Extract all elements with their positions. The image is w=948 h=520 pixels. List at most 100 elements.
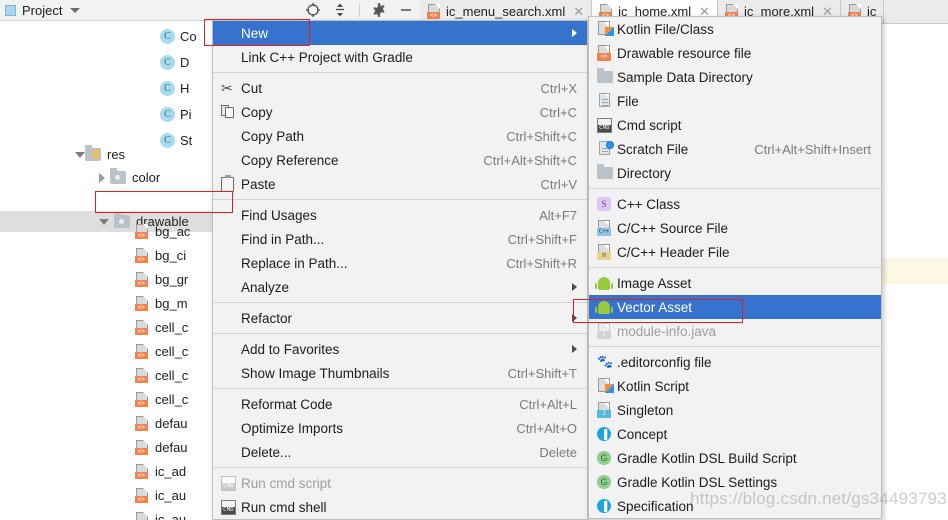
xml-file-icon: <> — [135, 368, 149, 383]
context-menu[interactable]: New Link C++ Project with Gradle ✂ Cut C… — [212, 20, 588, 520]
submenu-separator — [589, 188, 881, 189]
project-title-box[interactable]: Project — [0, 2, 81, 18]
menu-item-label: Find in Path... — [241, 231, 325, 247]
menu-item-paste[interactable]: Paste Ctrl+V — [213, 172, 587, 196]
menu-item-copy-path[interactable]: Copy Path Ctrl+Shift+C — [213, 124, 587, 148]
menu-item-add-to-favorites[interactable]: Add to Favorites — [213, 337, 587, 361]
chevron-right-icon — [572, 29, 577, 37]
submenu-item-label: .editorconfig file — [617, 354, 712, 370]
locate-icon[interactable] — [305, 2, 321, 18]
submenu-item-singleton[interactable]: J Singleton — [589, 398, 881, 422]
menu-item-accel: Alt+F7 — [539, 207, 577, 223]
tree-item-label: bg_m — [155, 296, 188, 311]
close-icon[interactable]: ✕ — [573, 4, 584, 20]
submenu-separator — [589, 267, 881, 268]
submenu-item-module-info-java: J module-info.java — [589, 319, 881, 343]
xml-file-icon: <> — [135, 392, 149, 407]
menu-item-copy-reference[interactable]: Copy Reference Ctrl+Alt+Shift+C — [213, 148, 587, 172]
menu-item-label: Add to Favorites — [241, 341, 340, 357]
submenu-item-label: C/C++ Header File — [617, 244, 730, 260]
project-icon — [5, 4, 16, 16]
menu-item-link-cpp-project[interactable]: Link C++ Project with Gradle — [213, 45, 587, 69]
menu-item-copy[interactable]: Copy Ctrl+C — [213, 100, 587, 124]
chevron-down-icon[interactable] — [75, 151, 85, 158]
xml-file-icon: <> — [135, 440, 149, 455]
menu-item-analyze[interactable]: Analyze — [213, 275, 587, 299]
menu-item-accel: Ctrl+Alt+Shift+C — [483, 152, 577, 168]
submenu-item-label: Sample Data Directory — [617, 69, 753, 85]
submenu-item-gradle-kotlin-dsl-build-script[interactable]: G Gradle Kotlin DSL Build Script — [589, 446, 881, 470]
chevron-down-icon[interactable] — [70, 7, 81, 13]
submenu-item-image-asset[interactable]: Image Asset — [589, 271, 881, 295]
xml-file-icon: <> — [135, 488, 149, 503]
tree-item-label: defau — [155, 416, 188, 431]
tree-item-label: bg_ci — [155, 248, 187, 263]
tree-item-label: ic_ad — [155, 464, 187, 479]
menu-item-optimize-imports[interactable]: Optimize Imports Ctrl+Alt+O — [213, 416, 587, 440]
menu-separator — [213, 72, 587, 73]
menu-separator — [213, 333, 587, 334]
menu-item-cut[interactable]: ✂ Cut Ctrl+X — [213, 76, 587, 100]
class-icon: C — [160, 107, 175, 122]
toolwindow-actions[interactable] — [305, 2, 420, 18]
menu-item-run-cmd-shell[interactable]: CMD Run cmd shell — [213, 495, 587, 519]
tree-item-label: cell_c — [155, 392, 189, 407]
menu-item-show-image-thumbnails[interactable]: Show Image Thumbnails Ctrl+Shift+T — [213, 361, 587, 385]
submenu-item-label: Image Asset — [617, 275, 692, 291]
menu-item-label: New — [241, 25, 269, 41]
menu-item-refactor[interactable]: Refactor — [213, 306, 587, 330]
collapse-all-icon[interactable] — [332, 2, 348, 18]
settings-gear-icon[interactable] — [371, 2, 387, 18]
submenu-item-sample-data-directory[interactable]: Sample Data Directory — [589, 65, 881, 89]
menu-item-delete[interactable]: Delete... Delete — [213, 440, 587, 464]
menu-item-accel: Delete — [539, 444, 577, 460]
chevron-right-icon[interactable] — [99, 172, 105, 183]
submenu-item-scratch-file[interactable]: Scratch File Ctrl+Alt+Shift+Insert — [589, 137, 881, 161]
menu-item-run-cmd-script: CMD Run cmd script — [213, 471, 587, 495]
menu-item-label: Copy — [241, 104, 273, 120]
submenu-item-drawable-resource-file[interactable]: <> Drawable resource file — [589, 41, 881, 65]
file-icon — [597, 93, 617, 109]
menu-item-reformat-code[interactable]: Reformat Code Ctrl+Alt+L — [213, 392, 587, 416]
submenu-item-concept[interactable]: ▐ Concept — [589, 422, 881, 446]
submenu-item-directory[interactable]: Directory — [589, 161, 881, 185]
submenu-item-vector-asset[interactable]: Vector Asset — [589, 295, 881, 319]
tree-item-label: Pi — [180, 107, 192, 122]
menu-item-find-usages[interactable]: Find Usages Alt+F7 — [213, 203, 587, 227]
tree-item-label: ic_au — [155, 488, 187, 503]
menu-item-label: Replace in Path... — [241, 255, 348, 271]
xml-file-icon: <> — [135, 248, 149, 263]
tree-item-label: D — [180, 55, 190, 70]
menu-item-accel: Ctrl+V — [540, 176, 577, 192]
submenu-item-kotlin-script[interactable]: Kotlin Script — [589, 374, 881, 398]
submenu-item-label: Cmd script — [617, 117, 682, 133]
xml-file-icon: <> — [135, 272, 149, 287]
submenu-item-cmd-script[interactable]: CMD Cmd script — [589, 113, 881, 137]
hide-toolwindow-icon[interactable] — [398, 2, 414, 18]
submenu-item-file[interactable]: File — [589, 89, 881, 113]
menu-item-replace-in-path[interactable]: Replace in Path... Ctrl+Shift+R — [213, 251, 587, 275]
menu-item-label: Run cmd shell — [241, 499, 327, 515]
submenu-item-kotlin-file-class[interactable]: Kotlin File/Class — [589, 17, 881, 41]
cpp-class-icon: S — [597, 197, 617, 211]
menu-item-new[interactable]: New — [213, 21, 587, 45]
page-title: Project — [22, 2, 63, 18]
cpp-header-icon: H — [597, 244, 617, 260]
tree-item-label: defau — [155, 440, 188, 455]
java-file-icon: J — [597, 402, 617, 418]
xml-file-icon: <> — [135, 224, 149, 239]
editor-tab-label: ic_menu_search.xml — [446, 4, 566, 19]
submenu-item-editorconfig-file[interactable]: 🐾 .editorconfig file — [589, 350, 881, 374]
menu-item-label: Optimize Imports — [241, 420, 344, 436]
new-submenu[interactable]: Kotlin File/Class <> Drawable resource f… — [588, 16, 882, 519]
submenu-item-cpp-header-file[interactable]: H C/C++ Header File — [589, 240, 881, 264]
xml-file-icon: <> — [597, 45, 617, 61]
xml-file-icon: <> — [135, 416, 149, 431]
folder-icon — [110, 168, 126, 184]
submenu-item-cpp-source-file[interactable]: C++ C/C++ Source File — [589, 216, 881, 240]
submenu-item-label: C++ Class — [617, 196, 681, 212]
menu-item-find-in-path[interactable]: Find in Path... Ctrl+Shift+F — [213, 227, 587, 251]
submenu-item-cpp-class[interactable]: S C++ Class — [589, 192, 881, 216]
watermark-text: https://blog.csdn.net/gs344937933 — [690, 489, 948, 508]
menu-item-label: Delete... — [241, 444, 292, 460]
